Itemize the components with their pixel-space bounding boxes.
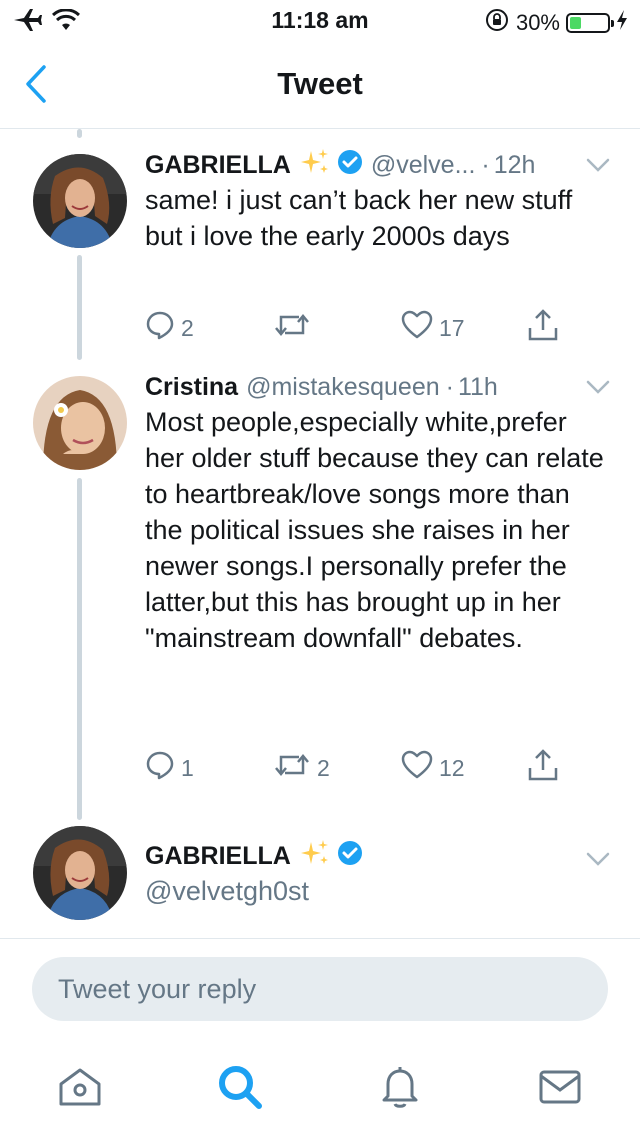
focused-tweet[interactable]: GABRIELLA @velvetgh0st (0, 812, 640, 932)
tweet-header: GABRIELLA @velve... · 12h (145, 148, 610, 182)
page-title: Tweet (277, 66, 363, 101)
tweet-header: Cristina @mistakesqueen · 11h (145, 370, 610, 404)
battery-nub (611, 20, 614, 27)
reply-icon (145, 750, 175, 786)
nav-bar: Tweet (0, 40, 640, 129)
status-right: 30% (484, 7, 628, 39)
chevron-down-icon[interactable] (584, 148, 612, 182)
battery-fill (570, 17, 581, 29)
retweet-icon (273, 311, 311, 345)
reply-bar (0, 938, 640, 1029)
like-button[interactable]: 12 (401, 750, 465, 786)
like-count: 12 (439, 754, 465, 781)
separator: · (481, 150, 490, 179)
battery-icon (566, 13, 614, 33)
notifications-icon[interactable] (375, 1062, 425, 1112)
display-name[interactable]: Cristina (145, 373, 238, 402)
status-bar: 11:18 am 30% (0, 0, 640, 40)
tab-bar (0, 1040, 640, 1136)
tweet[interactable]: GABRIELLA @velve... · 12h same! i just c… (0, 140, 640, 362)
tweet-actions: 1 2 12 (145, 748, 565, 788)
retweet-icon (273, 751, 311, 785)
heart-icon (401, 750, 433, 786)
share-button[interactable] (527, 748, 559, 788)
reply-count: 1 (181, 754, 194, 781)
retweet-count: 2 (317, 754, 330, 781)
reply-input[interactable] (32, 957, 608, 1021)
verified-badge-icon (337, 840, 363, 873)
tweet-header: GABRIELLA (145, 839, 610, 873)
home-icon[interactable] (55, 1062, 105, 1112)
chevron-down-icon[interactable] (584, 370, 612, 404)
tweet-age[interactable]: 12h (494, 151, 536, 180)
messages-icon[interactable] (535, 1062, 585, 1112)
reply-icon (145, 310, 175, 346)
display-name[interactable]: GABRIELLA (145, 151, 291, 180)
charging-icon (616, 9, 628, 37)
like-button[interactable]: 17 (401, 310, 465, 346)
retweet-button[interactable] (273, 310, 317, 346)
heart-icon (401, 310, 433, 346)
separator: · (445, 372, 454, 401)
share-icon (527, 308, 559, 348)
thread-line (77, 129, 82, 138)
user-handle[interactable]: @velve... (371, 151, 476, 180)
avatar[interactable] (33, 154, 127, 248)
like-count: 17 (439, 314, 465, 341)
tweet-age[interactable]: 11h (458, 373, 498, 402)
share-icon (527, 748, 559, 788)
rotation-lock-icon (484, 7, 510, 39)
battery-percent: 30% (515, 10, 560, 35)
search-icon[interactable] (215, 1062, 265, 1112)
reply-button[interactable]: 1 (145, 750, 194, 786)
user-handle[interactable]: @velvetgh0st (145, 876, 309, 907)
user-handle-row: @velvetgh0st (145, 874, 610, 908)
retweet-button[interactable]: 2 (273, 750, 330, 786)
reply-count: 2 (181, 314, 194, 341)
display-name[interactable]: GABRIELLA (145, 842, 291, 871)
tweet-text: same! i just can’t back her new stuff bu… (145, 185, 573, 251)
share-button[interactable] (527, 308, 559, 348)
user-handle[interactable]: @mistakesqueen (246, 373, 440, 402)
sparkles-icon (299, 838, 331, 875)
tweet[interactable]: Cristina @mistakesqueen · 11h Most peopl… (0, 362, 640, 802)
avatar[interactable] (33, 376, 127, 470)
reply-button[interactable]: 2 (145, 310, 194, 346)
verified-badge-icon (337, 149, 363, 182)
tweet-text: Most people,especially white,prefer her … (145, 407, 604, 653)
chevron-down-icon[interactable] (584, 842, 612, 876)
avatar[interactable] (33, 826, 127, 920)
tweet-actions: 2 17 (145, 308, 565, 348)
sparkles-icon (299, 147, 331, 184)
